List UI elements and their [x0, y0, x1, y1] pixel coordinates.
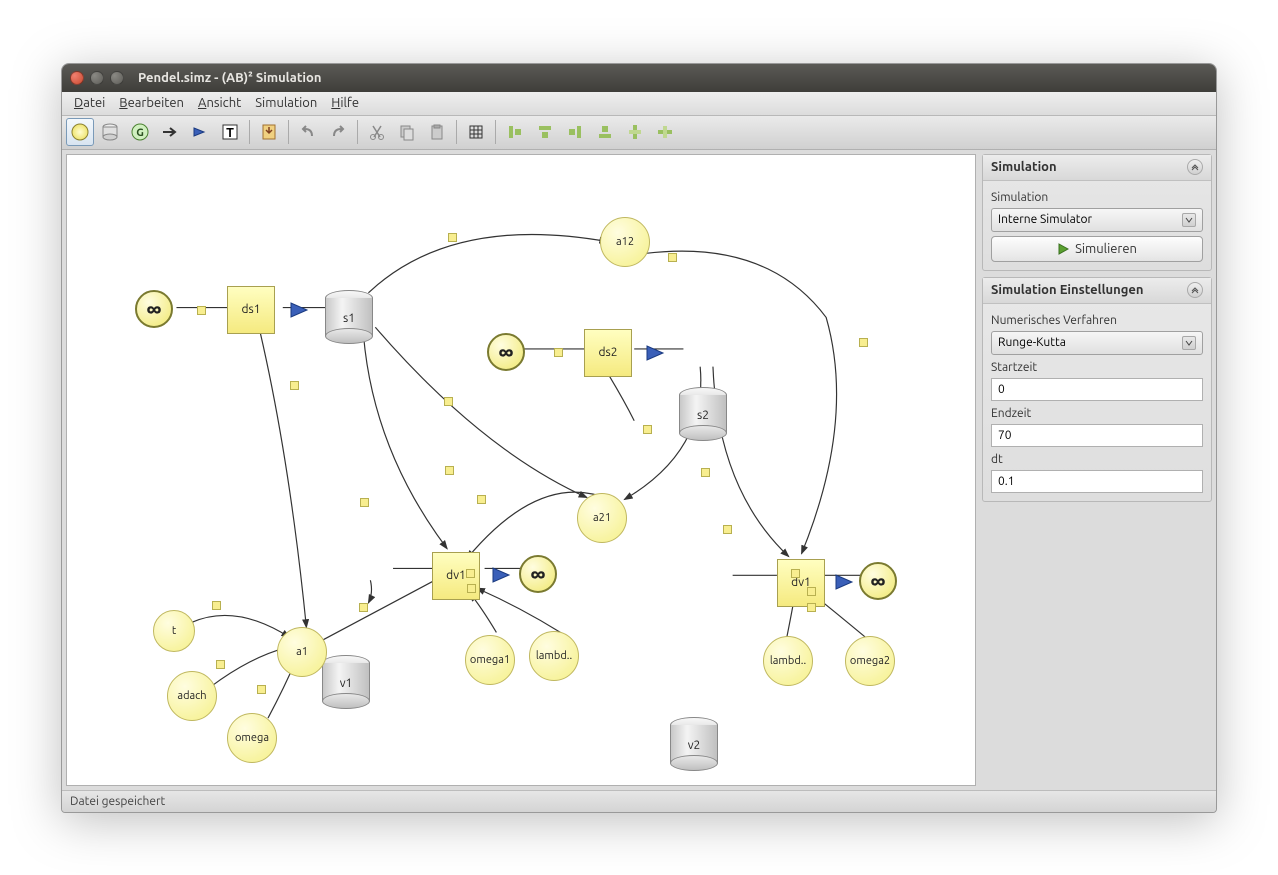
start-label: Startzeit: [991, 361, 1203, 374]
paste-icon[interactable]: [423, 118, 451, 146]
menu-simulation[interactable]: Simulation: [249, 94, 323, 112]
minimize-button[interactable]: [90, 71, 104, 85]
node-dv2[interactable]: dv1: [777, 559, 825, 607]
close-button[interactable]: [70, 71, 84, 85]
node-lambd1[interactable]: lambd..: [529, 631, 579, 681]
tool-parameter-icon[interactable]: [66, 118, 94, 146]
maximize-button[interactable]: [110, 71, 124, 85]
content-area: ∞ ds1 s1 a12 ∞ ds2 s2 a21 v1 dv1 ∞ v2 dv…: [62, 150, 1216, 790]
menubar: Datei Bearbeiten Ansicht Simulation Hilf…: [62, 92, 1216, 116]
align-left-icon[interactable]: [501, 118, 529, 146]
status-text: Datei gespeichert: [70, 795, 165, 808]
align-top-icon[interactable]: [531, 118, 559, 146]
tool-arrow-icon[interactable]: [156, 118, 184, 146]
align-right-icon[interactable]: [561, 118, 589, 146]
node-adach[interactable]: adach: [167, 671, 217, 721]
align-center-v-icon[interactable]: [651, 118, 679, 146]
sim-combo[interactable]: Interne Simulator: [991, 208, 1203, 232]
svg-text:T: T: [226, 126, 234, 140]
statusbar: Datei gespeichert: [62, 790, 1216, 812]
node-source-inf-1[interactable]: ∞: [135, 290, 173, 328]
simulate-button[interactable]: Simulieren: [991, 236, 1203, 262]
cut-icon[interactable]: [363, 118, 391, 146]
start-input[interactable]: 0: [991, 378, 1203, 401]
node-sink-inf-2[interactable]: ∞: [859, 562, 897, 600]
dropdown-icon: [1182, 336, 1196, 350]
sidebar: Simulation Simulation Interne Simulator …: [982, 154, 1212, 786]
grid-icon[interactable]: [462, 118, 490, 146]
panel-settings: Simulation Einstellungen Numerisches Ver…: [982, 277, 1212, 502]
collapse-icon[interactable]: [1187, 282, 1203, 298]
tool-global-icon[interactable]: G: [126, 118, 154, 146]
app-window: Pendel.simz - (AB)² Simulation Datei Bea…: [61, 63, 1217, 813]
node-v2[interactable]: v2: [670, 717, 718, 771]
undo-icon[interactable]: [294, 118, 322, 146]
menu-hilfe[interactable]: Hilfe: [325, 94, 365, 112]
node-v1[interactable]: v1: [322, 655, 370, 709]
node-t[interactable]: t: [153, 610, 195, 652]
node-a21[interactable]: a21: [577, 493, 627, 543]
tool-text-icon[interactable]: T: [216, 118, 244, 146]
save-icon[interactable]: [255, 118, 283, 146]
node-source-inf-2[interactable]: ∞: [487, 333, 525, 371]
window-buttons: [70, 71, 124, 85]
titlebar: Pendel.simz - (AB)² Simulation: [62, 64, 1216, 92]
align-bottom-icon[interactable]: [591, 118, 619, 146]
panel-title: Simulation Einstellungen: [991, 283, 1144, 297]
flow-arrow-icon-4: [834, 572, 858, 592]
redo-icon[interactable]: [324, 118, 352, 146]
panel-title: Simulation: [991, 160, 1057, 174]
toolbar: G T: [62, 116, 1216, 150]
diagram-canvas[interactable]: ∞ ds1 s1 a12 ∞ ds2 s2 a21 v1 dv1 ∞ v2 dv…: [66, 154, 976, 786]
menu-ansicht[interactable]: Ansicht: [192, 94, 247, 112]
node-sink-inf-1[interactable]: ∞: [519, 555, 557, 593]
flow-arrow-icon: [289, 300, 313, 320]
copy-icon[interactable]: [393, 118, 421, 146]
flow-arrow-icon-2: [645, 343, 669, 363]
method-label: Numerisches Verfahren: [991, 314, 1203, 327]
flow-arrow-icon-3: [491, 565, 515, 585]
node-omega[interactable]: omega: [227, 713, 277, 763]
menu-bearbeiten[interactable]: Bearbeiten: [113, 94, 190, 112]
node-omega1[interactable]: omega1: [465, 635, 515, 685]
sim-label: Simulation: [991, 191, 1203, 204]
node-s2[interactable]: s2: [679, 387, 727, 441]
window-title: Pendel.simz - (AB)² Simulation: [138, 71, 321, 85]
dropdown-icon: [1182, 213, 1196, 227]
align-center-h-icon[interactable]: [621, 118, 649, 146]
node-ds2[interactable]: ds2: [584, 329, 632, 377]
panel-simulation: Simulation Simulation Interne Simulator …: [982, 154, 1212, 271]
node-lambd2[interactable]: lambd..: [763, 636, 813, 686]
end-input[interactable]: 70: [991, 424, 1203, 447]
end-label: Endzeit: [991, 407, 1203, 420]
method-combo[interactable]: Runge-Kutta: [991, 331, 1203, 355]
svg-text:G: G: [136, 127, 144, 139]
node-omega2[interactable]: omega2: [845, 636, 895, 686]
node-s1[interactable]: s1: [325, 290, 373, 344]
dt-label: dt: [991, 453, 1203, 466]
play-icon: [1057, 243, 1069, 255]
tool-container-icon[interactable]: [96, 118, 124, 146]
menu-datei[interactable]: Datei: [68, 94, 111, 112]
node-a12[interactable]: a12: [600, 217, 650, 267]
node-ds1[interactable]: ds1: [227, 286, 275, 334]
node-a1[interactable]: a1: [277, 627, 327, 677]
collapse-icon[interactable]: [1187, 159, 1203, 175]
tool-flow-icon[interactable]: [186, 118, 214, 146]
dt-input[interactable]: 0.1: [991, 470, 1203, 493]
